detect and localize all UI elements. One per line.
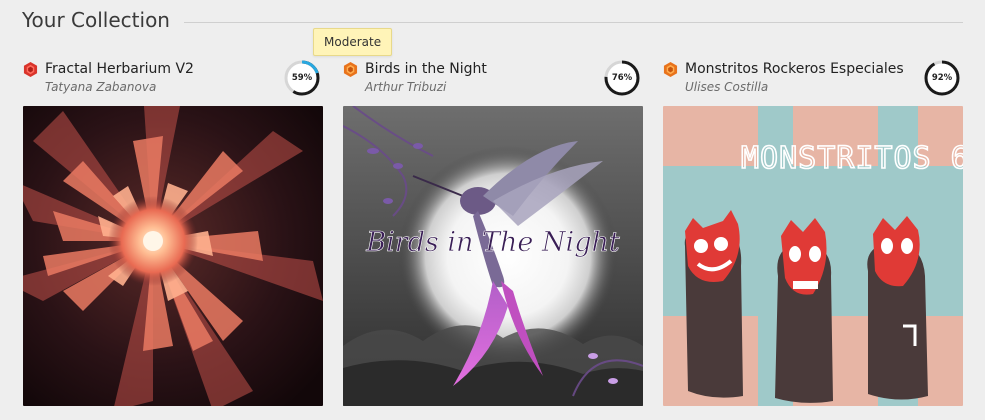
section-divider [184,22,963,23]
hummingbird-artwork[interactable]: Birds in The Night [343,106,643,406]
card-title[interactable]: Monstritos Rockeros Especiales [685,59,904,79]
progress-label: 92% [931,73,953,83]
progress-ring[interactable]: 76% [603,59,641,97]
card-header: Birds in the Night Arthur Tribuzi 76% [343,58,643,100]
collection-card[interactable]: Fractal Herbarium V2 Tatyana Zabanova 59… [23,58,323,408]
card-artist[interactable]: Tatyana Zabanova [45,79,156,95]
difficulty-tooltip: Moderate [313,28,393,56]
section-title: Your Collection [22,8,170,32]
collection-card[interactable]: Birds in the Night Arthur Tribuzi 76% Bi… [343,58,643,408]
card-header: Monstritos Rockeros Especiales Ulises Co… [663,58,963,100]
section-header: Your Collection [22,6,963,36]
progress-label: 76% [611,73,633,83]
card-artist[interactable]: Arthur Tribuzi [365,79,446,95]
orange-gem-icon [663,62,678,77]
card-artist[interactable]: Ulises Costilla [685,79,768,95]
fractal-flower-artwork[interactable] [23,106,323,406]
artwork-title-text: Birds in The Night [365,227,620,258]
card-title[interactable]: Fractal Herbarium V2 [45,59,194,79]
progress-ring[interactable]: 92% [923,59,961,97]
progress-ring[interactable]: 59% [283,59,321,97]
orange-gem-icon [343,62,358,77]
artwork-title-text: MONSTRITOS 6 [741,141,963,176]
red-gem-icon [23,62,38,77]
progress-label: 59% [291,73,313,83]
card-title[interactable]: Birds in the Night [365,59,487,79]
collection-card[interactable]: Monstritos Rockeros Especiales Ulises Co… [663,58,963,408]
monsters-artwork[interactable]: MONSTRITOS 6 [663,106,963,406]
card-header: Fractal Herbarium V2 Tatyana Zabanova 59… [23,58,323,100]
